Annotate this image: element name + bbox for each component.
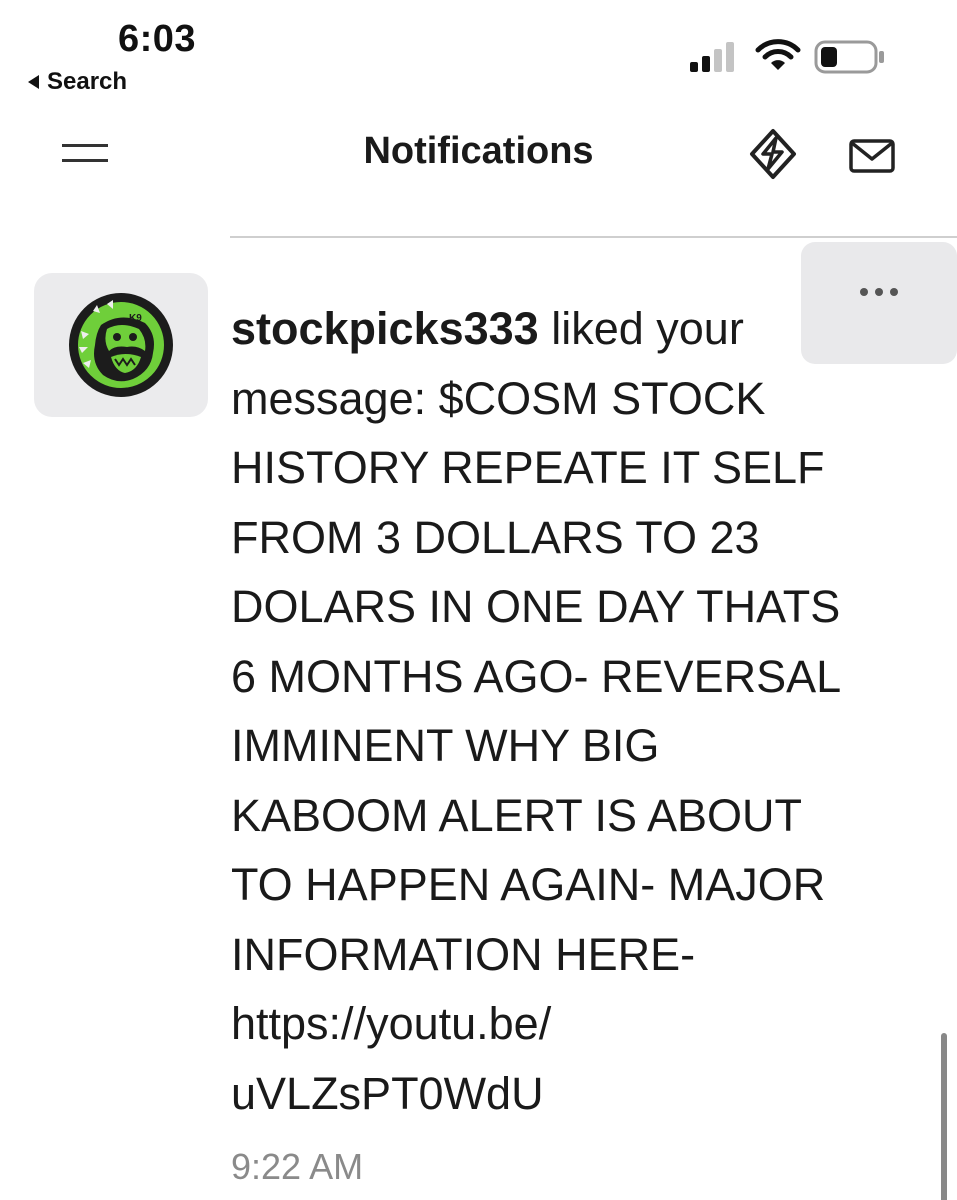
bulldog-avatar-icon: K9	[69, 293, 173, 397]
diamond-icon[interactable]	[748, 128, 798, 180]
message-link-line[interactable]: https://youtu.be/	[231, 998, 551, 1049]
cellular-signal-icon	[690, 42, 734, 72]
back-to-search-link[interactable]: Search	[28, 68, 127, 96]
back-label: Search	[47, 68, 128, 95]
mail-icon[interactable]	[848, 138, 896, 174]
message-line: $COSM STOCK	[438, 372, 766, 424]
message-line: FROM 3 DOLLARS TO 23	[231, 511, 760, 563]
svg-text:K9: K9	[129, 313, 142, 324]
back-caret-icon	[28, 75, 39, 89]
notification-message[interactable]: stockpicks333 liked your message: $COSM …	[231, 294, 871, 1128]
message-line: KABOOM ALERT IS ABOUT	[231, 789, 803, 841]
battery-low-icon	[814, 40, 884, 74]
message-line: IMMINENT WHY BIG	[231, 720, 660, 771]
notification-username[interactable]: stockpicks333	[231, 303, 539, 354]
message-link-line[interactable]: uVLZsPT0WdU	[231, 1068, 544, 1119]
message-line: 6 MONTHS AGO- REVERSAL	[231, 650, 842, 702]
status-time: 6:03	[118, 18, 197, 60]
avatar[interactable]: K9	[34, 273, 208, 417]
message-line: DOLARS IN ONE DAY THATS	[231, 581, 841, 632]
notification-timestamp: 9:22 AM	[231, 1146, 364, 1187]
header-divider	[230, 236, 957, 238]
message-line: INFORMATION HERE-	[231, 928, 696, 980]
message-line: HISTORY REPEATE IT SELF	[231, 442, 825, 493]
wifi-icon	[755, 39, 801, 70]
notifications-screen: 6:03 Search Notifications K9 stockpicks3…	[0, 0, 957, 1200]
scroll-indicator[interactable]	[941, 1033, 947, 1200]
message-line: TO HAPPEN AGAIN- MAJOR	[231, 859, 826, 910]
page-title: Notifications	[363, 130, 594, 172]
